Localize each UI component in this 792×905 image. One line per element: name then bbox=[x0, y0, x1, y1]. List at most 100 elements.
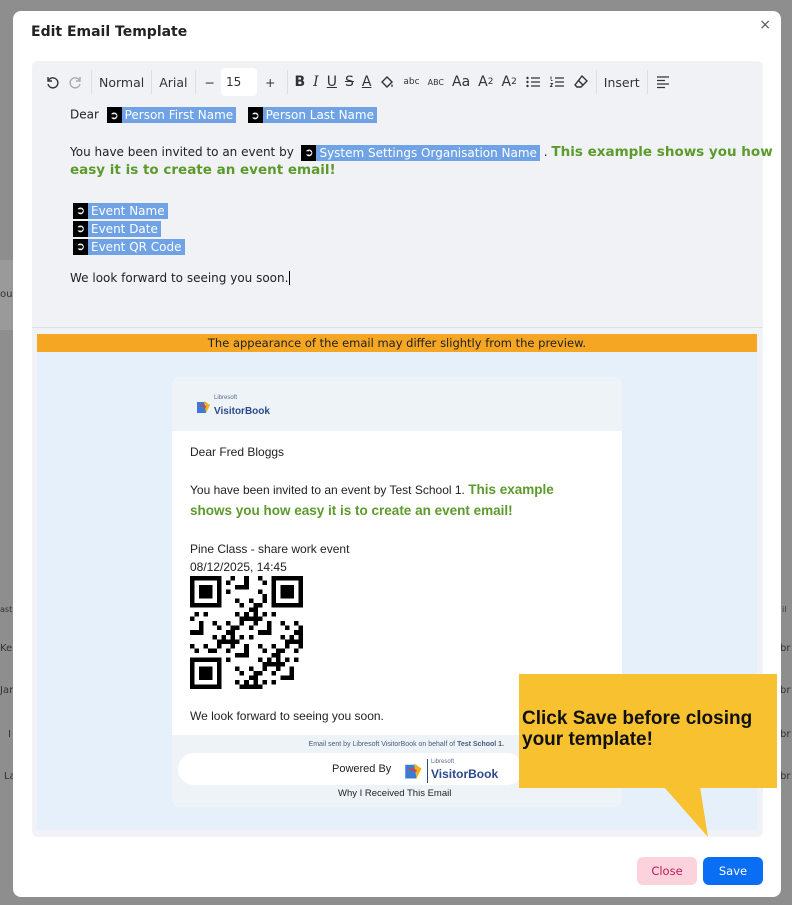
qr-module bbox=[190, 616, 195, 622]
qr-module bbox=[230, 643, 236, 649]
qr-module bbox=[253, 621, 258, 626]
close-button[interactable]: Close bbox=[637, 857, 697, 885]
subscript-button[interactable]: A2 bbox=[474, 68, 497, 96]
qr-module bbox=[262, 630, 267, 635]
qr-module bbox=[280, 603, 285, 608]
toolbar-divider bbox=[151, 70, 153, 94]
qr-module bbox=[212, 634, 218, 640]
qr-module bbox=[271, 603, 276, 608]
strikethrough-button[interactable]: S bbox=[341, 68, 358, 96]
qr-module bbox=[212, 648, 218, 653]
qr-module bbox=[217, 679, 222, 685]
qr-module bbox=[203, 666, 209, 671]
qr-module bbox=[199, 576, 204, 581]
qr-module bbox=[271, 670, 276, 676]
merge-tag-event-qr-code[interactable]: ➲ Event QR Code bbox=[73, 238, 185, 255]
qr-module bbox=[271, 652, 276, 658]
qr-module bbox=[212, 684, 218, 689]
qr-module bbox=[217, 661, 222, 667]
qr-module bbox=[271, 598, 276, 604]
font-color-button[interactable]: A bbox=[358, 68, 376, 96]
bullet-list-icon[interactable] bbox=[521, 68, 545, 96]
merge-tag-person-first-name[interactable]: ➲ Person First Name bbox=[106, 107, 237, 123]
superscript-base: A bbox=[501, 74, 512, 90]
qr-module bbox=[293, 603, 299, 608]
insert-button[interactable]: Insert bbox=[600, 68, 644, 96]
superscript-button[interactable]: A2 bbox=[497, 68, 520, 96]
after-org-text: . bbox=[543, 145, 548, 159]
redo-icon[interactable] bbox=[64, 68, 88, 96]
uppercase-button[interactable]: ABC bbox=[424, 68, 448, 96]
font-color-glyph: A bbox=[361, 74, 372, 90]
qr-module bbox=[235, 679, 240, 685]
merge-tag-person-last-name[interactable]: ➲ Person Last Name bbox=[247, 107, 377, 123]
qr-module bbox=[217, 625, 222, 631]
qr-module bbox=[235, 598, 240, 604]
merge-tag-organisation-name[interactable]: ➲ System Settings Organisation Name bbox=[301, 144, 540, 161]
qr-module bbox=[293, 657, 299, 662]
merge-tag-icon: ➲ bbox=[247, 107, 263, 123]
bold-button[interactable]: B bbox=[291, 68, 310, 96]
logo-icon bbox=[197, 401, 210, 413]
qr-module bbox=[253, 679, 258, 685]
qr-module bbox=[190, 603, 195, 608]
qr-module bbox=[217, 657, 222, 662]
qr-module bbox=[212, 657, 218, 662]
save-button[interactable]: Save bbox=[703, 857, 763, 885]
qr-module bbox=[253, 603, 258, 608]
qr-module bbox=[190, 580, 195, 586]
qr-module bbox=[289, 576, 294, 581]
font-size-input[interactable]: 15 bbox=[221, 68, 258, 96]
qr-module bbox=[208, 684, 213, 689]
numbered-list-icon[interactable] bbox=[545, 68, 569, 96]
italic-button[interactable]: I bbox=[309, 68, 323, 96]
qr-module bbox=[253, 607, 258, 613]
qr-module bbox=[203, 684, 209, 689]
qr-module bbox=[271, 679, 276, 685]
qr-module bbox=[257, 670, 263, 676]
qr-module bbox=[253, 612, 258, 617]
qr-module bbox=[208, 670, 213, 676]
paragraph-style-select[interactable]: Normal bbox=[95, 68, 148, 96]
qr-module bbox=[271, 594, 276, 599]
superscript-mark: 2 bbox=[511, 77, 517, 87]
qr-module bbox=[217, 603, 222, 608]
qr-module bbox=[284, 639, 290, 644]
qr-module bbox=[194, 576, 200, 581]
align-left-icon[interactable] bbox=[651, 68, 675, 96]
qr-module bbox=[190, 657, 195, 662]
qr-module bbox=[190, 576, 195, 581]
close-icon[interactable]: × bbox=[759, 17, 771, 33]
preview-event-name: Pine Class - share work event bbox=[190, 542, 350, 556]
preview-greeting: Dear Fred Bloggs bbox=[190, 445, 285, 459]
qr-module bbox=[217, 576, 222, 581]
font-case-button[interactable]: Aa bbox=[448, 68, 474, 96]
bold-glyph: B bbox=[294, 74, 306, 90]
lowercase-button[interactable]: abc bbox=[399, 68, 423, 96]
bg-fragment: ast bbox=[0, 605, 13, 614]
editor-divider bbox=[32, 327, 763, 328]
merge-tag-label: System Settings Organisation Name bbox=[319, 145, 537, 160]
decrease-font-size-button[interactable]: − bbox=[199, 68, 221, 96]
underline-button[interactable]: U bbox=[323, 68, 341, 96]
qr-module bbox=[217, 598, 222, 604]
font-family-select[interactable]: Arial bbox=[155, 68, 191, 96]
merge-tag-icon: ➲ bbox=[73, 238, 88, 255]
qr-module bbox=[266, 630, 272, 635]
why-received-link[interactable]: Why I Received This Email bbox=[338, 788, 451, 799]
qr-module bbox=[203, 576, 209, 581]
qr-module bbox=[226, 639, 231, 644]
increase-font-size-button[interactable]: + bbox=[257, 68, 283, 96]
paint-bucket-icon[interactable] bbox=[375, 68, 399, 96]
qr-module bbox=[217, 585, 222, 590]
qr-module bbox=[293, 576, 299, 581]
qr-module bbox=[217, 675, 222, 680]
qr-module bbox=[298, 598, 303, 604]
qr-module bbox=[284, 603, 290, 608]
clear-format-icon[interactable] bbox=[569, 68, 593, 96]
qr-module bbox=[257, 603, 263, 608]
undo-icon[interactable] bbox=[40, 68, 64, 96]
qr-module bbox=[289, 666, 294, 671]
qr-module bbox=[244, 616, 249, 622]
merge-tag-label: Person Last Name bbox=[265, 108, 374, 122]
